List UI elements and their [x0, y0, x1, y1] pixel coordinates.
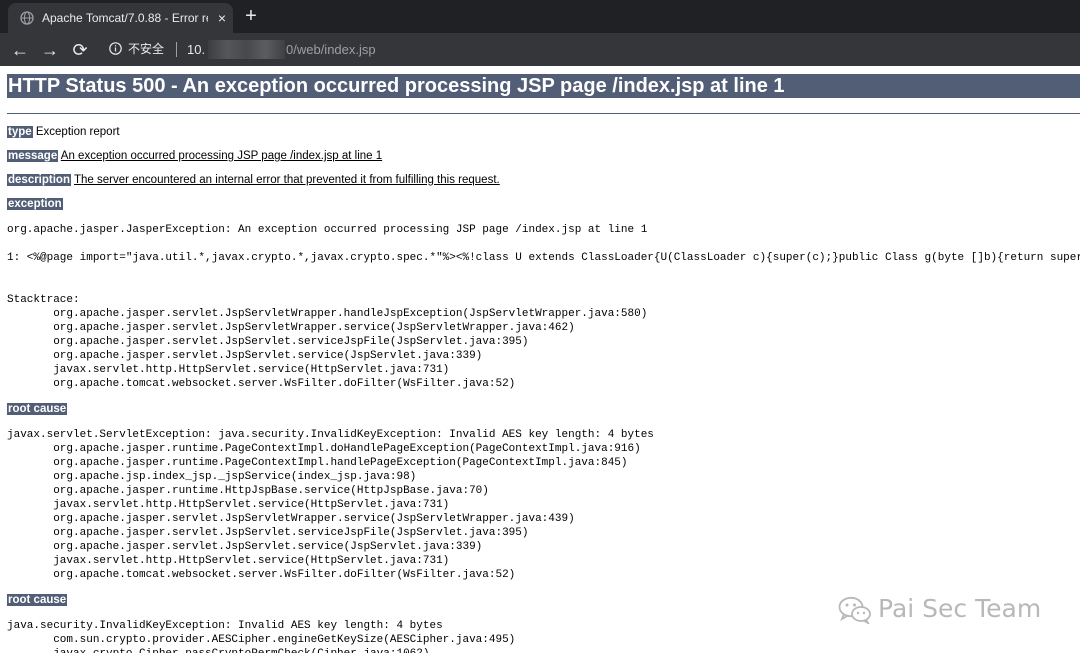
info-icon[interactable] — [109, 42, 122, 55]
message-value: An exception occurred processing JSP pag… — [60, 150, 383, 162]
stack-frame: javax.servlet.http.HttpServlet.service(H… — [7, 555, 450, 567]
stacktrace-list: org.apache.jasper.servlet.JspServletWrap… — [7, 307, 647, 391]
stack-frame: com.sun.crypto.provider.AESCipher.engine… — [7, 634, 516, 646]
tomcat-error-page: HTTP Status 500 - An exception occurred … — [0, 66, 1080, 653]
type-value: Exception report — [35, 126, 120, 138]
stack-frame: java.security.InvalidKeyException: Inval… — [7, 620, 443, 632]
forward-arrow-icon[interactable]: → — [39, 39, 61, 61]
stack-frame: org.apache.jasper.runtime.PageContextImp… — [7, 457, 628, 469]
stack-frame: org.apache.jasper.servlet.JspServletWrap… — [7, 322, 575, 334]
divider — [7, 113, 1080, 114]
stacktrace-heading: Stacktrace: — [7, 294, 80, 306]
stack-frame: org.apache.jasper.servlet.JspServlet.ser… — [7, 350, 483, 362]
wechat-icon — [838, 596, 871, 624]
root-cause-label: root cause — [7, 403, 68, 415]
exception-row: exception — [7, 197, 63, 211]
tab-title: Apache Tomcat/7.0.88 - Error report — [42, 11, 208, 25]
url-host: 10. — [187, 42, 206, 57]
stack-frame: org.apache.jasper.servlet.JspServletWrap… — [7, 308, 648, 320]
type-row: type Exception report — [7, 125, 120, 139]
stack-frame: javax.servlet.http.HttpServlet.service(H… — [7, 499, 450, 511]
jsp-source-line: 1: <%@page import="java.util.*,javax.cry… — [7, 252, 1080, 264]
exception-label: exception — [7, 198, 63, 210]
globe-icon — [20, 11, 34, 25]
stack-frame: org.apache.jsp.index_jsp._jspService(ind… — [7, 471, 417, 483]
stack-frame: org.apache.jasper.servlet.JspServletWrap… — [7, 513, 575, 525]
security-status-label[interactable]: 不安全 — [128, 41, 164, 58]
stack-frame: org.apache.tomcat.websocket.server.WsFil… — [7, 378, 516, 390]
url-path: 0/web/index.jsp — [286, 42, 376, 57]
stack-frame: org.apache.jasper.servlet.JspServlet.ser… — [7, 336, 529, 348]
description-row: description The server encountered an in… — [7, 173, 500, 187]
address-bar[interactable]: 不安全 10. 0/web/index.jsp — [100, 36, 1080, 63]
root-cause-label: root cause — [7, 594, 68, 606]
browser-toolbar: ← → ⟳ 不安全 10. 0/web/index.jsp — [0, 33, 1080, 66]
root-cause-2-trace: java.security.InvalidKeyException: Inval… — [7, 619, 515, 653]
stack-frame: javax.crypto.Cipher.passCryptoPermCheck(… — [7, 647, 515, 653]
type-label: type — [7, 126, 33, 138]
root-cause-1-row: root cause — [7, 402, 68, 416]
redacted-ip-blur — [208, 40, 285, 59]
back-arrow-icon[interactable]: ← — [9, 39, 31, 61]
message-label: message — [7, 150, 59, 162]
root-cause-1-trace: javax.servlet.ServletException: java.sec… — [7, 428, 654, 582]
stack-frame: org.apache.jasper.runtime.HttpJspBase.se… — [7, 485, 489, 497]
root-cause-2-row: root cause — [7, 593, 68, 607]
page-title: HTTP Status 500 - An exception occurred … — [7, 74, 1080, 98]
description-label: description — [7, 174, 71, 186]
description-value: The server encountered an internal error… — [73, 174, 500, 186]
reload-icon[interactable]: ⟳ — [69, 39, 91, 61]
stack-frame: org.apache.jasper.runtime.PageContextImp… — [7, 443, 641, 455]
message-row: message An exception occurred processing… — [7, 149, 382, 163]
browser-tab-strip: Apache Tomcat/7.0.88 - Error report × + — [0, 0, 1080, 33]
watermark-text: Pai Sec Team — [878, 594, 1042, 623]
close-icon[interactable]: × — [213, 9, 231, 27]
stack-frame: org.apache.jasper.servlet.JspServlet.ser… — [7, 541, 483, 553]
stack-frame: org.apache.tomcat.websocket.server.WsFil… — [7, 569, 516, 581]
new-tab-button[interactable]: + — [241, 6, 261, 26]
stack-frame: javax.servlet.http.HttpServlet.service(H… — [7, 364, 450, 376]
stack-frame: javax.servlet.ServletException: java.sec… — [7, 429, 654, 441]
exception-message: org.apache.jasper.JasperException: An ex… — [7, 224, 648, 236]
address-separator — [176, 42, 177, 57]
stack-frame: org.apache.jasper.servlet.JspServlet.ser… — [7, 527, 529, 539]
browser-tab[interactable]: Apache Tomcat/7.0.88 - Error report × — [8, 3, 233, 33]
